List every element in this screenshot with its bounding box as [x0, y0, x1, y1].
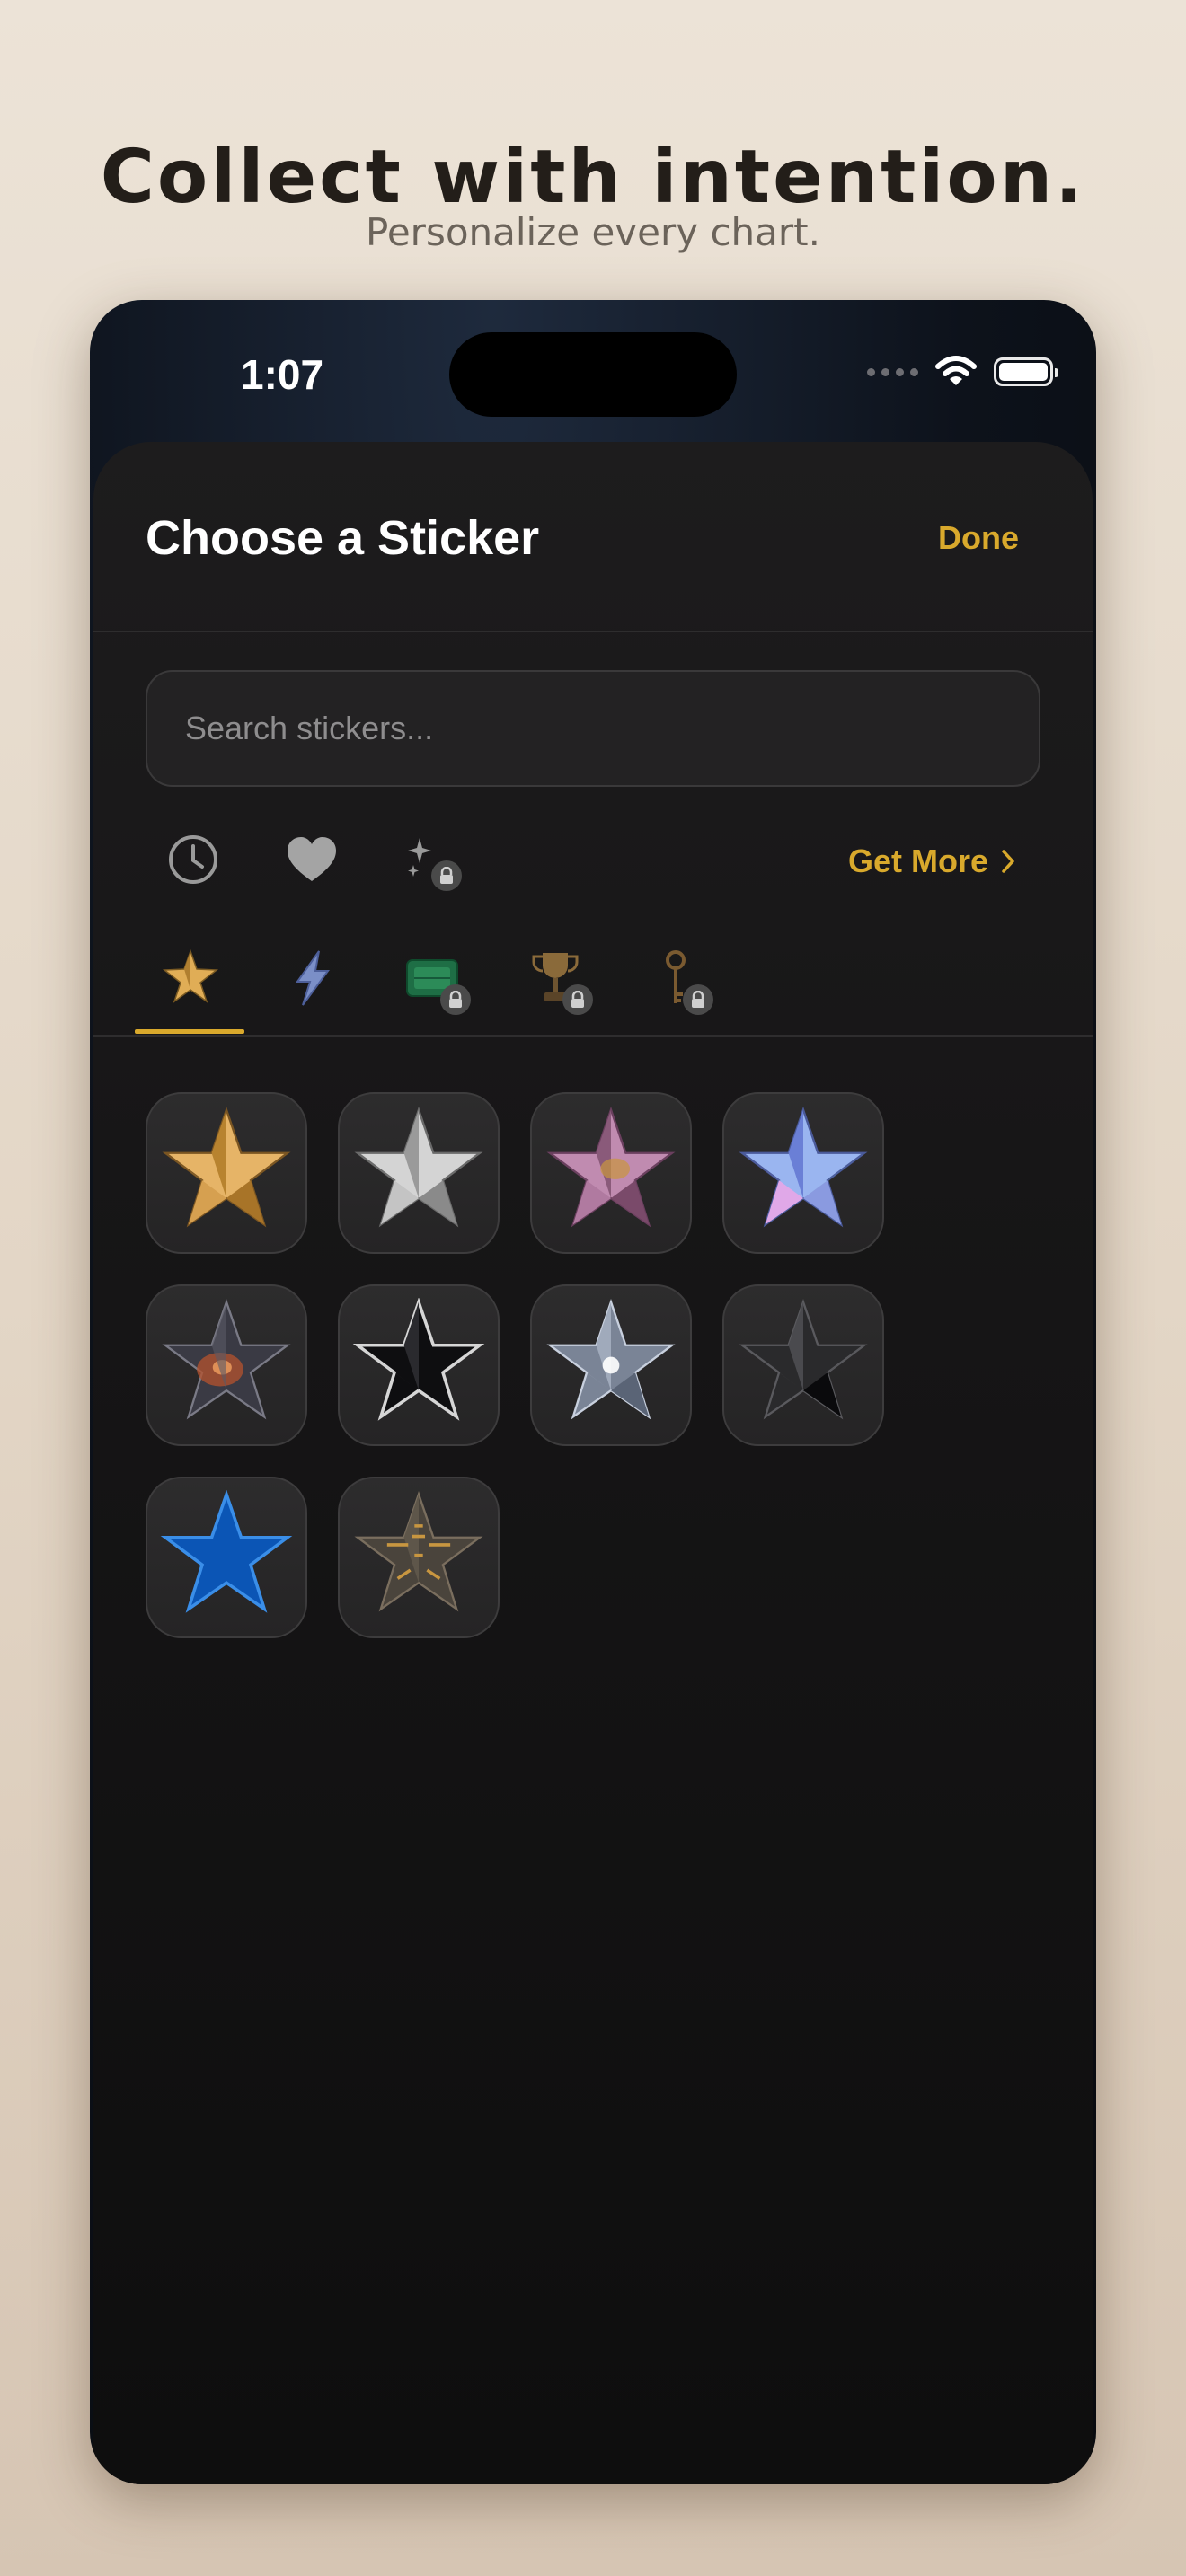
- lock-icon: [431, 860, 462, 891]
- get-more-button[interactable]: Get More: [848, 842, 1015, 880]
- dynamic-island: [449, 332, 737, 417]
- search-input[interactable]: [146, 670, 1040, 787]
- crystal-star-icon: [546, 1299, 676, 1420]
- wifi-icon: [935, 356, 977, 385]
- sheet-title: Choose a Sticker: [146, 511, 540, 565]
- lock-icon: [562, 984, 593, 1015]
- gold-star-icon: [162, 1107, 291, 1228]
- lock-icon: [440, 984, 471, 1015]
- blue-star-icon: [160, 1490, 293, 1613]
- phone-frame: 1:07 Choose a Sticker Done Search sticke…: [90, 300, 1096, 2484]
- black-glass-star-icon: [352, 1298, 485, 1421]
- sparkles-locked-icon[interactable]: [399, 828, 462, 891]
- gold-star-tab-icon: [162, 949, 219, 1003]
- sticker-rose-gold-star[interactable]: [530, 1092, 692, 1254]
- sticker-blue-star[interactable]: [146, 1477, 307, 1638]
- nebula-star-icon: [162, 1299, 291, 1420]
- tab-lightning[interactable]: [259, 938, 367, 1019]
- heart-favorites-icon[interactable]: [280, 828, 343, 891]
- sticker-silver-star[interactable]: [338, 1092, 500, 1254]
- tab-key[interactable]: [622, 938, 730, 1019]
- tab-gold-stars[interactable]: [137, 938, 244, 1019]
- promo-headline: Collect with intention.: [100, 135, 1086, 220]
- chevron-right-icon: [1002, 850, 1014, 873]
- sticker-holographic-star[interactable]: [722, 1092, 884, 1254]
- sticker-black-glass-star[interactable]: [338, 1284, 500, 1446]
- selected-tab-indicator: [135, 1029, 244, 1034]
- promo-subheadline: Personalize every chart.: [366, 210, 820, 254]
- tab-trophy[interactable]: [501, 938, 609, 1019]
- lightning-tab-icon: [296, 950, 330, 1006]
- sticker-crystal-star[interactable]: [530, 1284, 692, 1446]
- sticker-gold-star[interactable]: [146, 1092, 307, 1254]
- header-divider: [93, 631, 1093, 632]
- clock-recent-icon[interactable]: [162, 828, 225, 891]
- lock-icon: [683, 984, 713, 1015]
- status-time: 1:07: [241, 351, 324, 398]
- holographic-star-icon: [739, 1107, 868, 1228]
- obsidian-star-icon: [739, 1299, 868, 1420]
- status-icons: [867, 354, 1058, 390]
- done-button[interactable]: Done: [938, 519, 1019, 557]
- tab-emerald[interactable]: [379, 938, 487, 1019]
- sticker-nebula-star[interactable]: [146, 1284, 307, 1446]
- sticker-engraved-bronze-star[interactable]: [338, 1477, 500, 1638]
- battery-icon: [994, 357, 1058, 386]
- signal-dots-icon: [867, 367, 918, 376]
- engraved-bronze-star-icon: [354, 1491, 483, 1612]
- tabs-divider: [93, 1035, 1093, 1037]
- rose-gold-star-icon: [546, 1107, 676, 1228]
- sticker-obsidian-star[interactable]: [722, 1284, 884, 1446]
- silver-star-icon: [354, 1107, 483, 1228]
- sticker-sheet: Choose a Sticker Done Get More: [93, 442, 1093, 2484]
- get-more-label: Get More: [847, 842, 988, 879]
